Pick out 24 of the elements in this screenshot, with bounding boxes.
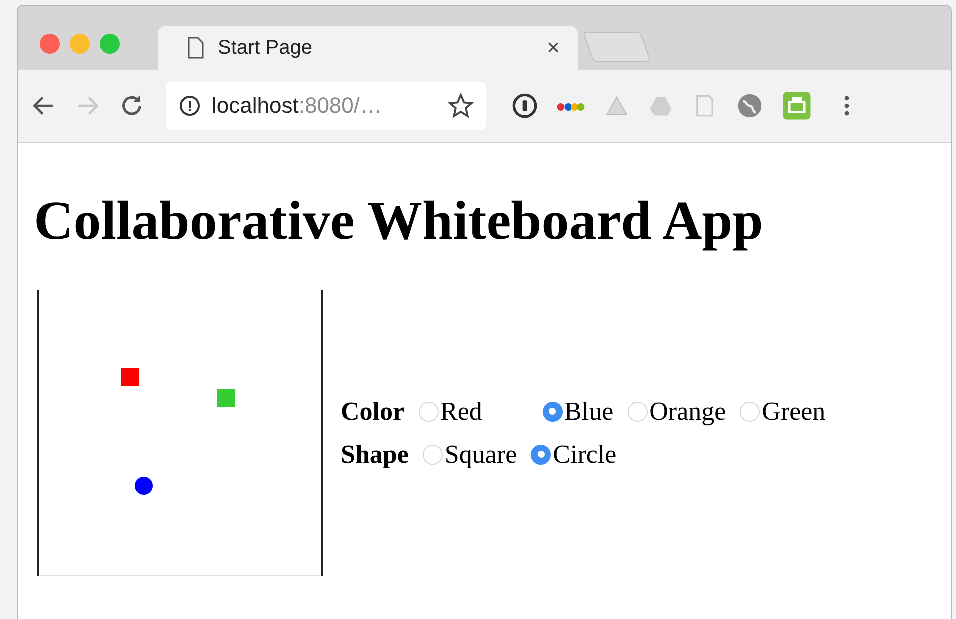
- radio-button[interactable]: [531, 444, 552, 464]
- printer-icon[interactable]: [782, 91, 812, 121]
- close-window-button[interactable]: [40, 34, 60, 54]
- browser-tab[interactable]: Start Page ×: [158, 26, 578, 70]
- info-icon: [178, 94, 202, 118]
- maximize-window-button[interactable]: [100, 34, 120, 54]
- radio-button[interactable]: [542, 402, 563, 422]
- radio-label[interactable]: Green: [762, 396, 826, 426]
- group-label: Shape: [341, 440, 409, 470]
- url-text: localhost:8080/…: [212, 93, 384, 119]
- radio-label[interactable]: Blue: [564, 396, 614, 426]
- minimize-window-button[interactable]: [70, 34, 90, 54]
- page-heading: Collaborative Whiteboard App: [34, 189, 764, 252]
- tab-title: Start Page: [218, 36, 314, 60]
- radio-label[interactable]: Square: [444, 440, 518, 470]
- document-icon: [188, 37, 204, 59]
- address-bar[interactable]: localhost:8080/…: [166, 82, 486, 130]
- drawing-canvas[interactable]: [37, 290, 323, 576]
- radio-label[interactable]: Red: [440, 396, 482, 426]
- star-icon[interactable]: [448, 93, 474, 119]
- tab-close-button[interactable]: ×: [547, 35, 560, 61]
- radio-label[interactable]: Circle: [553, 440, 617, 470]
- group-label: Color: [341, 396, 405, 426]
- radio-label[interactable]: Orange: [650, 396, 726, 426]
